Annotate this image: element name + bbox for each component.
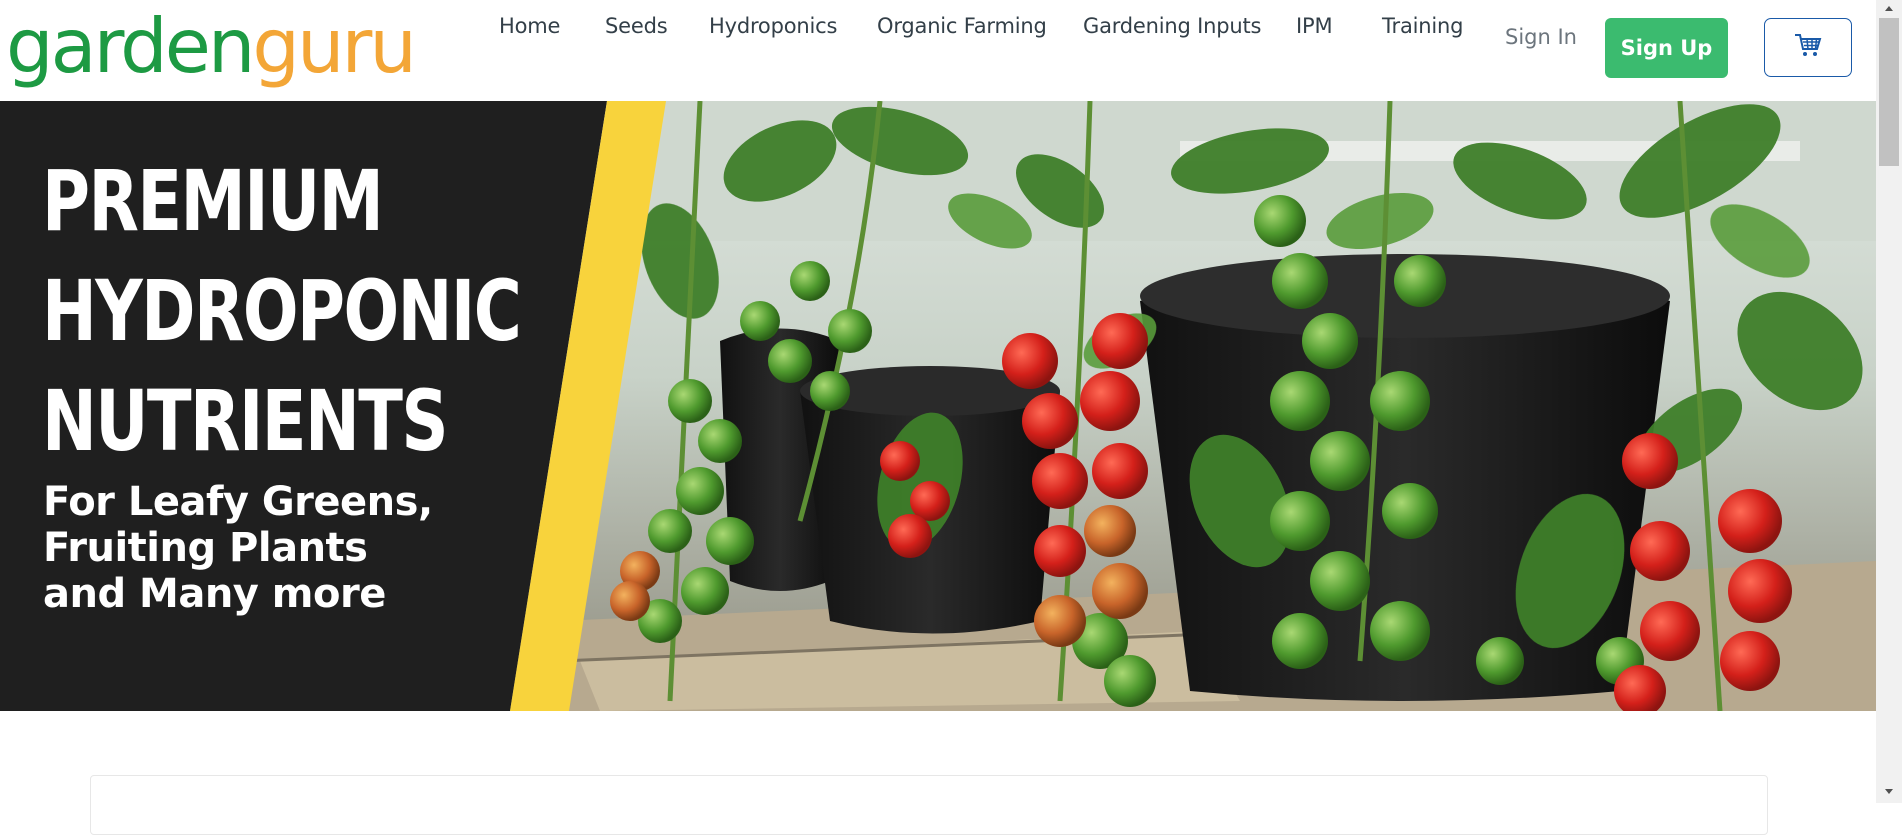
brand-logo-part-guru: guru [252,2,417,90]
sign-up-button[interactable]: Sign Up [1605,18,1728,78]
site-header: gardenguru Home Seeds Hydroponics Organi… [0,0,1876,101]
nav-organic-farming[interactable]: Organic Farming [877,14,1047,38]
shopping-cart-icon [1793,32,1823,63]
cart-button[interactable] [1764,18,1852,77]
page-scrollbar[interactable] [1876,0,1902,803]
nav-hydroponics[interactable]: Hydroponics [709,14,837,38]
nav-training[interactable]: Training [1382,14,1463,38]
brand-logo-part-garden: garden [6,2,255,90]
nav-seeds[interactable]: Seeds [605,14,668,38]
hero-headline-line: NUTRIENTS [42,372,449,470]
nav-home[interactable]: Home [499,14,560,38]
nav-gardening-inputs[interactable]: Gardening Inputs [1083,14,1261,38]
hero-headline-line: HYDROPONIC [42,262,522,360]
content-card [90,775,1768,835]
hero-subheadline: For Leafy Greens, Fruiting Plants and Ma… [43,479,433,617]
scrollbar-thumb[interactable] [1879,18,1899,166]
brand-logo[interactable]: gardenguru [6,0,417,96]
hero-headline-line: PREMIUM [42,152,384,250]
scroll-up-arrow-icon[interactable] [1885,6,1893,11]
hero-banner[interactable]: PREMIUM HYDROPONIC NUTRIENTS For Leafy G… [0,101,1876,711]
nav-ipm[interactable]: IPM [1296,14,1333,38]
scroll-down-arrow-icon[interactable] [1885,789,1893,794]
hero-subheadline-line: and Many more [43,571,386,617]
hero-headline: PREMIUM HYDROPONIC NUTRIENTS [42,146,522,476]
hero-subheadline-line: For Leafy Greens, [43,479,433,525]
hero-subheadline-line: Fruiting Plants [43,525,368,571]
sign-in-link[interactable]: Sign In [1505,25,1577,49]
